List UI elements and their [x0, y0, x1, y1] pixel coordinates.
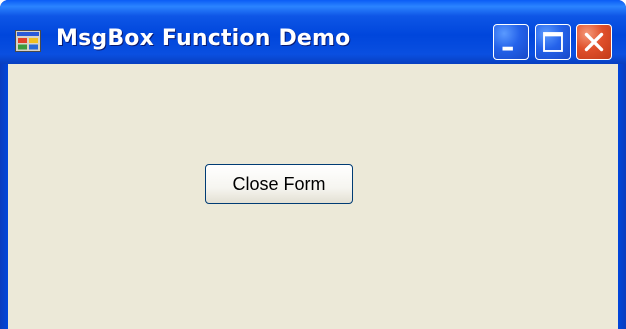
minimize-icon: [502, 46, 513, 51]
close-icon: [584, 32, 604, 52]
app-icon[interactable]: [15, 30, 41, 52]
minimize-button[interactable]: [493, 24, 529, 60]
window-border-left[interactable]: [0, 64, 8, 329]
app-window: MsgBox Function Demo Close Form: [0, 0, 626, 329]
title-bar[interactable]: MsgBox Function Demo: [0, 0, 626, 64]
window-border-right[interactable]: [618, 64, 626, 329]
window-title: MsgBox Function Demo: [56, 26, 351, 51]
close-form-button[interactable]: Close Form: [205, 164, 353, 204]
maximize-icon: [543, 32, 563, 52]
close-window-button[interactable]: [576, 24, 612, 60]
maximize-button[interactable]: [535, 24, 571, 60]
